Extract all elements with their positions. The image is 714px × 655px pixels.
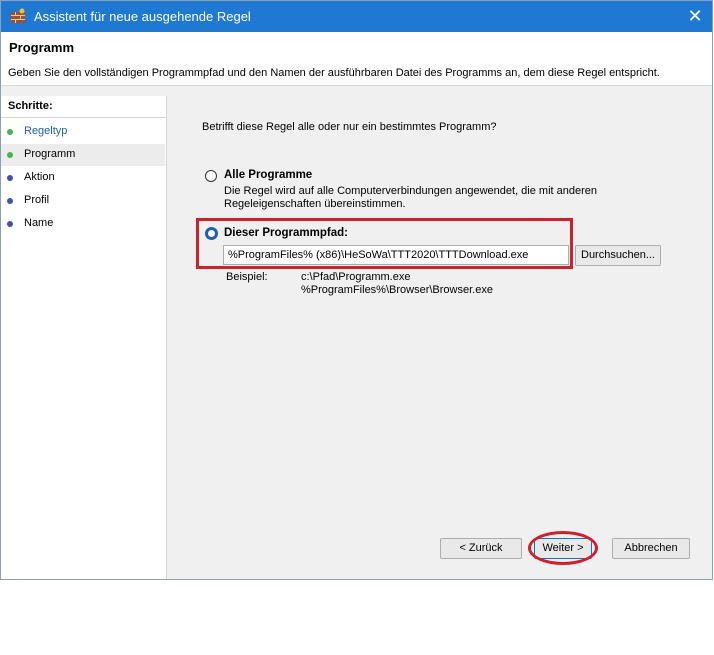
step-status-icon (7, 198, 13, 204)
cancel-button[interactable]: Abbrechen (612, 538, 690, 559)
step-name[interactable]: Name (1, 213, 165, 235)
back-button[interactable]: < Zurück (440, 538, 522, 559)
close-button[interactable]: ✕ (684, 5, 706, 27)
step-status-icon (7, 129, 13, 135)
steps-sidebar: Schritte: Regeltyp Programm Aktion Profi… (1, 96, 167, 579)
page-header: Programm Geben Sie den vollständigen Pro… (1, 32, 712, 86)
step-label: Programm (24, 148, 76, 160)
step-regeltyp[interactable]: Regeltyp (1, 121, 165, 143)
annotation-highlight-oval (528, 531, 598, 565)
firewall-icon (11, 8, 25, 23)
example-values: c:\Pfad\Programm.exe %ProgramFiles%\Brow… (301, 271, 493, 297)
step-aktion[interactable]: Aktion (1, 167, 165, 189)
label-all-programs[interactable]: Alle Programme (224, 169, 312, 181)
radio-all-programs[interactable] (205, 170, 217, 182)
title-bar: Assistent für neue ausgehende Regel ✕ (1, 1, 712, 32)
window-title: Assistent für neue ausgehende Regel (34, 9, 251, 24)
step-status-icon (7, 221, 13, 227)
page-description: Geben Sie den vollständigen Programmpfad… (8, 67, 660, 79)
step-status-icon (7, 175, 13, 181)
step-label: Regeltyp (24, 125, 68, 137)
page-title: Programm (9, 40, 75, 55)
annotation-highlight-box (196, 218, 573, 269)
steps-title: Schritte: (8, 100, 53, 112)
steps-divider (1, 117, 166, 118)
close-icon: ✕ (687, 6, 703, 26)
step-label: Aktion (24, 171, 55, 183)
desc-all-programs: Die Regel wird auf alle Computerverbindu… (224, 185, 598, 210)
step-profil[interactable]: Profil (1, 190, 165, 212)
example-value: c:\Pfad\Programm.exe (301, 271, 411, 283)
example-label: Beispiel: (226, 271, 268, 283)
scope-question: Betrifft diese Regel alle oder nur ein b… (202, 121, 497, 133)
step-label: Profil (24, 194, 50, 206)
step-label: Name (24, 217, 54, 229)
step-programm[interactable]: Programm (1, 144, 165, 166)
browse-button[interactable]: Durchsuchen... (575, 245, 661, 266)
step-status-icon (7, 152, 13, 158)
example-value: %ProgramFiles%\Browser\Browser.exe (301, 284, 493, 296)
